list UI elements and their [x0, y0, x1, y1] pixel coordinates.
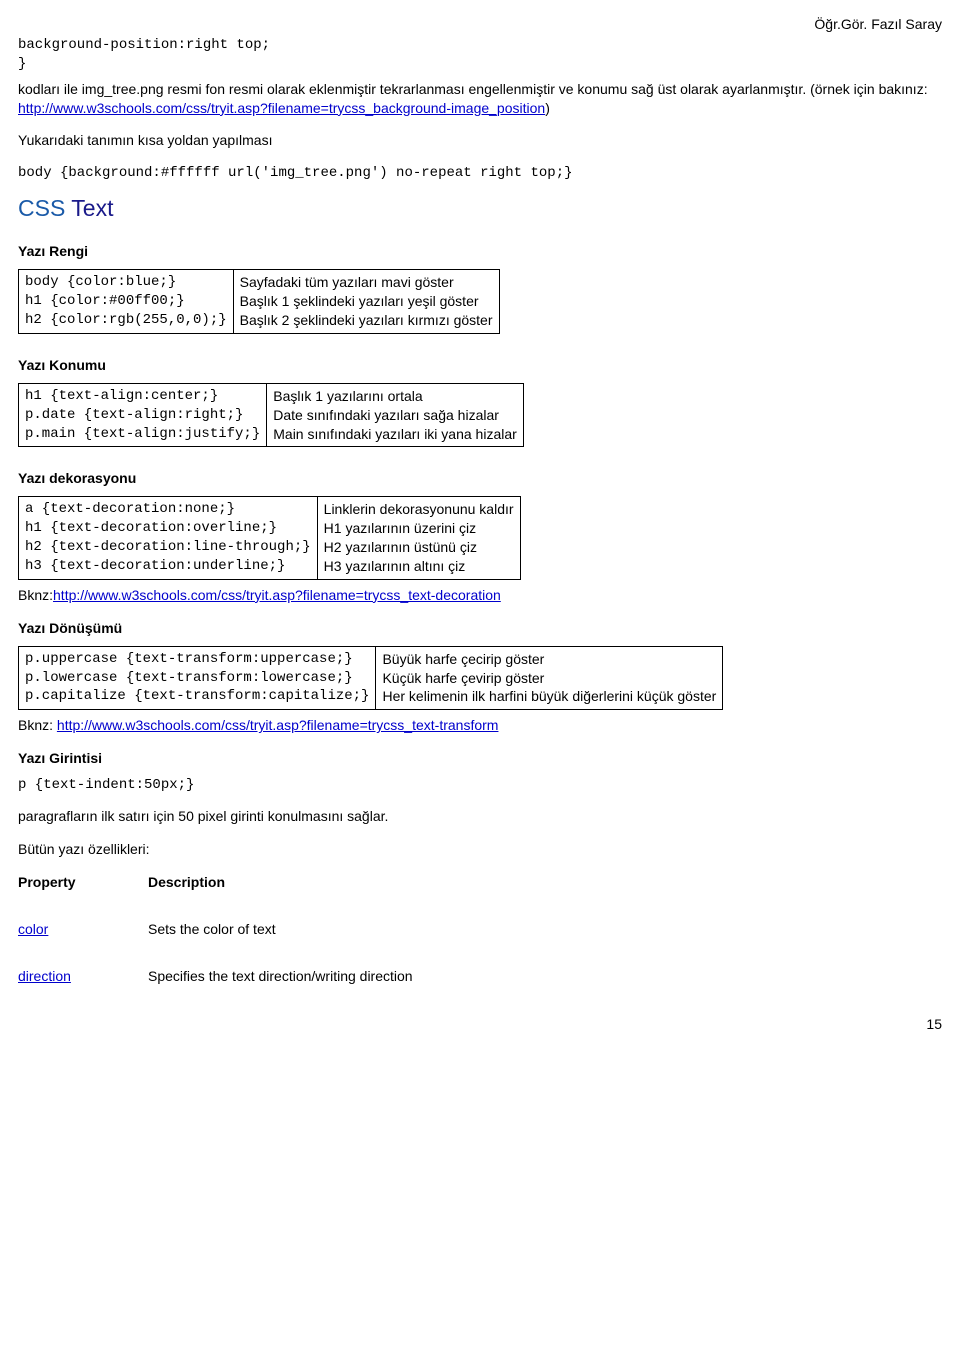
table-yazi-donusumu: p.uppercase {text-transform:uppercase;} …: [18, 646, 723, 711]
page-number: 15: [18, 1015, 942, 1034]
paragraph-shorthand-intro: Yukarıdaki tanımın kısa yoldan yapılması: [18, 131, 942, 150]
bknz-label: Bknz:: [18, 717, 57, 733]
heading-css-text-text: Text: [65, 195, 113, 221]
bknz-label: Bknz:: [18, 587, 53, 603]
desc-cell: Sayfadaki tüm yazıları mavi göster Başlı…: [233, 270, 499, 334]
table-row: body {color:blue;} h1 {color:#00ff00;} h…: [19, 270, 500, 334]
author-name: Öğr.Gör. Fazıl Saray: [18, 15, 942, 34]
intro-text-a: kodları ile img_tree.png resmi fon resmi…: [18, 81, 928, 97]
desc-cell: Başlık 1 yazılarını ortala Date sınıfınd…: [267, 383, 524, 447]
table-row: a {text-decoration:none;} h1 {text-decor…: [19, 497, 521, 580]
link-bg-image-position[interactable]: http://www.w3schools.com/css/tryit.asp?f…: [18, 100, 545, 116]
th-property: Property: [18, 873, 148, 892]
heading-yazi-konumu: Yazı Konumu: [18, 356, 942, 375]
link-prop-direction[interactable]: direction: [18, 968, 71, 984]
desc-cell: Büyük harfe çecirip göster Küçük harfe ç…: [376, 646, 723, 710]
paragraph-all-properties: Bütün yazı özellikleri:: [18, 840, 942, 859]
code-shorthand: body {background:#ffffff url('img_tree.p…: [18, 164, 942, 183]
code-cell: body {color:blue;} h1 {color:#00ff00;} h…: [19, 270, 234, 334]
code-cell: p.uppercase {text-transform:uppercase;} …: [19, 646, 376, 710]
desc-direction: Specifies the text direction/writing dir…: [148, 967, 413, 986]
heading-yazi-girintisi: Yazı Girintisi: [18, 749, 942, 768]
properties-table: Property Description color Sets the colo…: [18, 873, 942, 986]
table-yazi-rengi: body {color:blue;} h1 {color:#00ff00;} h…: [18, 269, 500, 334]
code-cell: h1 {text-align:center;} p.date {text-ali…: [19, 383, 267, 447]
bknz-decoration: Bknz:http://www.w3schools.com/css/tryit.…: [18, 586, 942, 605]
table-row: color Sets the color of text: [18, 920, 942, 939]
desc-cell: Linklerin dekorasyonunu kaldır H1 yazıla…: [317, 497, 520, 580]
table-row: h1 {text-align:center;} p.date {text-ali…: [19, 383, 524, 447]
table-yazi-dekorasyonu: a {text-decoration:none;} h1 {text-decor…: [18, 496, 521, 580]
th-description: Description: [148, 873, 225, 892]
intro-text-b: ): [545, 100, 550, 116]
paragraph-intro: kodları ile img_tree.png resmi fon resmi…: [18, 80, 942, 118]
heading-yazi-dekorasyonu: Yazı dekorasyonu: [18, 469, 942, 488]
heading-yazi-rengi: Yazı Rengi: [18, 242, 942, 261]
table-row: direction Specifies the text direction/w…: [18, 967, 942, 986]
heading-yazi-donusumu: Yazı Dönüşümü: [18, 619, 942, 638]
bknz-transform: Bknz: http://www.w3schools.com/css/tryit…: [18, 716, 942, 735]
code-bg-position: background-position:right top; }: [18, 36, 942, 74]
table-header-row: Property Description: [18, 873, 942, 892]
code-cell: a {text-decoration:none;} h1 {text-decor…: [19, 497, 318, 580]
link-text-decoration[interactable]: http://www.w3schools.com/css/tryit.asp?f…: [53, 587, 501, 603]
desc-color: Sets the color of text: [148, 920, 276, 939]
link-text-transform[interactable]: http://www.w3schools.com/css/tryit.asp?f…: [57, 717, 499, 733]
table-yazi-konumu: h1 {text-align:center;} p.date {text-ali…: [18, 383, 524, 448]
heading-css-text: CSS Text: [18, 193, 942, 224]
paragraph-indent-desc: paragrafların ilk satırı için 50 pixel g…: [18, 807, 942, 826]
link-prop-color[interactable]: color: [18, 921, 48, 937]
table-row: p.uppercase {text-transform:uppercase;} …: [19, 646, 723, 710]
heading-css-text-css: CSS: [18, 195, 65, 221]
code-text-indent: p {text-indent:50px;}: [18, 776, 942, 795]
